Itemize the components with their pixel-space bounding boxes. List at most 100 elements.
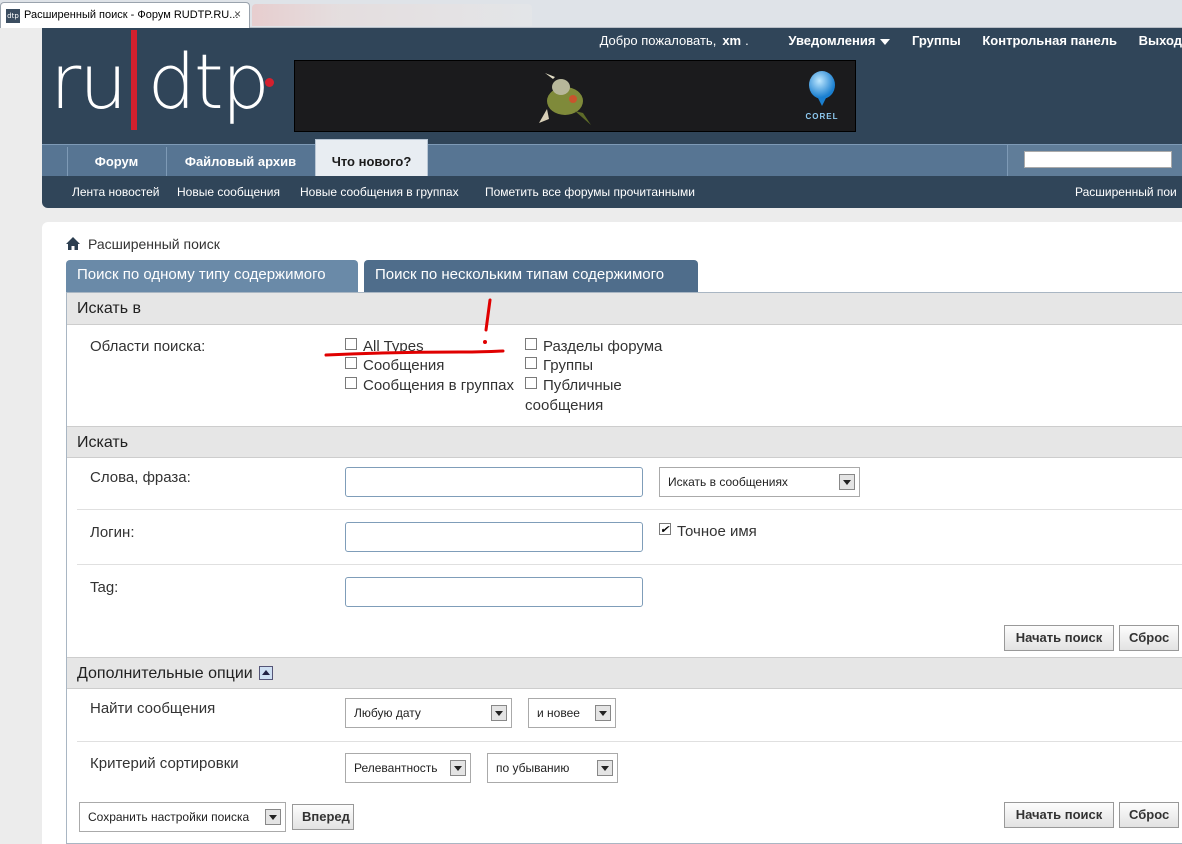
checkbox-groups[interactable]: Группы <box>525 357 593 375</box>
checkbox-forum-sections[interactable]: Разделы форума <box>525 338 662 356</box>
logo-red-bar <box>131 30 137 130</box>
dropdown-arrow-icon[interactable] <box>597 760 613 776</box>
tab-forum[interactable]: Форум <box>67 147 165 177</box>
collapse-icon[interactable] <box>258 666 273 680</box>
subnav-advanced-search[interactable]: Расширенный пои <box>1075 185 1177 199</box>
checkbox-public-messages[interactable]: Публичные <box>525 377 622 395</box>
tab-file-archive[interactable]: Файловый архив <box>166 147 314 177</box>
sort-select-value: Релевантность <box>354 761 438 775</box>
quick-search-input[interactable] <box>1024 151 1172 168</box>
home-icon[interactable] <box>66 237 80 250</box>
search-form: Искать в Области поиска: All Types Сообщ… <box>66 292 1182 844</box>
checkbox-public-messages-wrap: сообщения <box>525 397 604 414</box>
dropdown-arrow-icon[interactable] <box>491 705 507 721</box>
quick-search <box>1007 145 1182 177</box>
checkbox-icon[interactable] <box>525 338 537 350</box>
search-scope-select[interactable]: Искать в сообщениях <box>659 467 860 497</box>
username-link[interactable]: xm <box>722 33 741 48</box>
login-label: Логин: <box>90 524 135 541</box>
search-areas-label: Области поиска: <box>90 338 206 355</box>
checkbox-icon[interactable] <box>525 357 537 369</box>
sort-select[interactable]: Релевантность <box>345 753 471 783</box>
subnav-new-posts[interactable]: Новые сообщения <box>177 185 280 199</box>
date-direction-select[interactable]: и новее <box>528 698 616 728</box>
dropdown-arrow-icon[interactable] <box>450 760 466 776</box>
groups-link[interactable]: Группы <box>912 33 961 48</box>
section-search-header: Искать <box>67 426 1182 458</box>
subnav-mark-read[interactable]: Пометить все форумы прочитанными <box>485 185 695 199</box>
logo-red-dot <box>265 78 274 87</box>
sub-navbar: Лента новостей Новые сообщения Новые соо… <box>42 176 1182 208</box>
sort-label: Критерий сортировки <box>90 755 239 772</box>
search-scope-value: Искать в сообщениях <box>668 475 788 489</box>
site-logo[interactable]: ru dtp <box>50 30 280 136</box>
save-settings-value: Сохранить настройки поиска <box>88 810 250 824</box>
checkbox-group-posts-label: Сообщения в группах <box>363 377 514 394</box>
corel-balloon-icon <box>809 71 835 106</box>
browser-tab-inactive[interactable] <box>252 4 532 26</box>
checkbox-icon[interactable] <box>345 338 357 350</box>
site-favicon-icon: dtp <box>6 9 20 23</box>
checkbox-groups-label: Группы <box>543 357 593 374</box>
dropdown-arrow-icon[interactable] <box>595 705 611 721</box>
checkbox-all-types-label: All Types <box>363 338 424 355</box>
welcome-text: Добро пожаловать, <box>599 33 717 48</box>
checkbox-all-types[interactable]: All Types <box>345 338 424 356</box>
close-tab-icon[interactable]: × <box>234 7 241 21</box>
sort-direction-select[interactable]: по убыванию <box>487 753 618 783</box>
checkbox-icon[interactable] <box>345 357 357 369</box>
words-label: Слова, фраза: <box>90 469 191 486</box>
notifications-menu[interactable]: Уведомления <box>770 33 891 48</box>
logout-link[interactable]: Выход <box>1139 33 1182 48</box>
divider <box>77 564 1182 565</box>
divider <box>77 509 1182 510</box>
tag-label: Tag: <box>90 579 119 596</box>
ad-banner[interactable]: COREL <box>294 60 856 132</box>
divider <box>77 741 1182 742</box>
breadcrumb: Расширенный поиск <box>66 236 220 252</box>
checkbox-icon[interactable] <box>525 377 537 389</box>
checkbox-posts[interactable]: Сообщения <box>345 357 444 375</box>
checkbox-icon[interactable] <box>345 377 357 389</box>
start-search-button[interactable]: Начать поиск <box>1004 625 1114 651</box>
exact-name-label: Точное имя <box>677 523 757 540</box>
site-header: ru dtp COREL Добро пожаловать, xm . Увед… <box>42 28 1182 144</box>
subnav-news-feed[interactable]: Лента новостей <box>72 185 160 199</box>
tag-input[interactable] <box>345 577 643 607</box>
checkbox-checked-icon[interactable] <box>659 521 671 539</box>
browser-tab-strip: dtp Расширенный поиск - Форум RUDTP.RU..… <box>0 0 1182 28</box>
breadcrumb-current: Расширенный поиск <box>88 236 220 252</box>
sort-direction-value: по убыванию <box>496 761 570 775</box>
corel-label: COREL <box>805 112 839 121</box>
reset-button-bottom[interactable]: Сброс <box>1119 802 1179 828</box>
section-search-in-header: Искать в <box>67 293 1182 325</box>
reset-button[interactable]: Сброс <box>1119 625 1179 651</box>
control-panel-link[interactable]: Контрольная панель <box>982 33 1117 48</box>
checkbox-public-messages-label: Публичные <box>543 377 622 394</box>
logo-wordmark: ru dtp <box>50 37 270 126</box>
save-settings-select[interactable]: Сохранить настройки поиска <box>79 802 286 832</box>
tab-single-type-search[interactable]: Поиск по одному типу содержимого <box>66 260 358 292</box>
checkbox-group-posts[interactable]: Сообщения в группах <box>345 377 514 395</box>
browser-tab[interactable]: dtp Расширенный поиск - Форум RUDTP.RU..… <box>0 2 250 28</box>
start-search-button-bottom[interactable]: Начать поиск <box>1004 802 1114 828</box>
checkbox-forum-sections-label: Разделы форума <box>543 338 663 355</box>
checkbox-posts-label: Сообщения <box>363 357 445 374</box>
words-input[interactable] <box>345 467 643 497</box>
forward-button[interactable]: Вперед <box>292 804 354 830</box>
section-options-title: Дополнительные опции <box>77 665 253 682</box>
chevron-down-icon <box>880 38 891 45</box>
subnav-new-group-posts[interactable]: Новые сообщения в группах <box>300 185 459 199</box>
dropdown-arrow-icon[interactable] <box>839 474 855 490</box>
date-select[interactable]: Любую дату <box>345 698 512 728</box>
checkbox-exact-name[interactable]: Точное имя <box>659 521 757 541</box>
corel-brand: COREL <box>800 71 844 121</box>
banner-creature-illustration <box>539 73 591 125</box>
tab-multi-type-search[interactable]: Поиск по нескольким типам содержимого <box>364 260 698 292</box>
tab-whats-new[interactable]: Что нового? <box>315 139 428 177</box>
section-options-header: Дополнительные опции <box>67 657 1182 689</box>
find-posts-label: Найти сообщения <box>90 700 216 717</box>
welcome-dot: . <box>745 33 749 48</box>
login-input[interactable] <box>345 522 643 552</box>
dropdown-arrow-icon[interactable] <box>265 809 281 825</box>
